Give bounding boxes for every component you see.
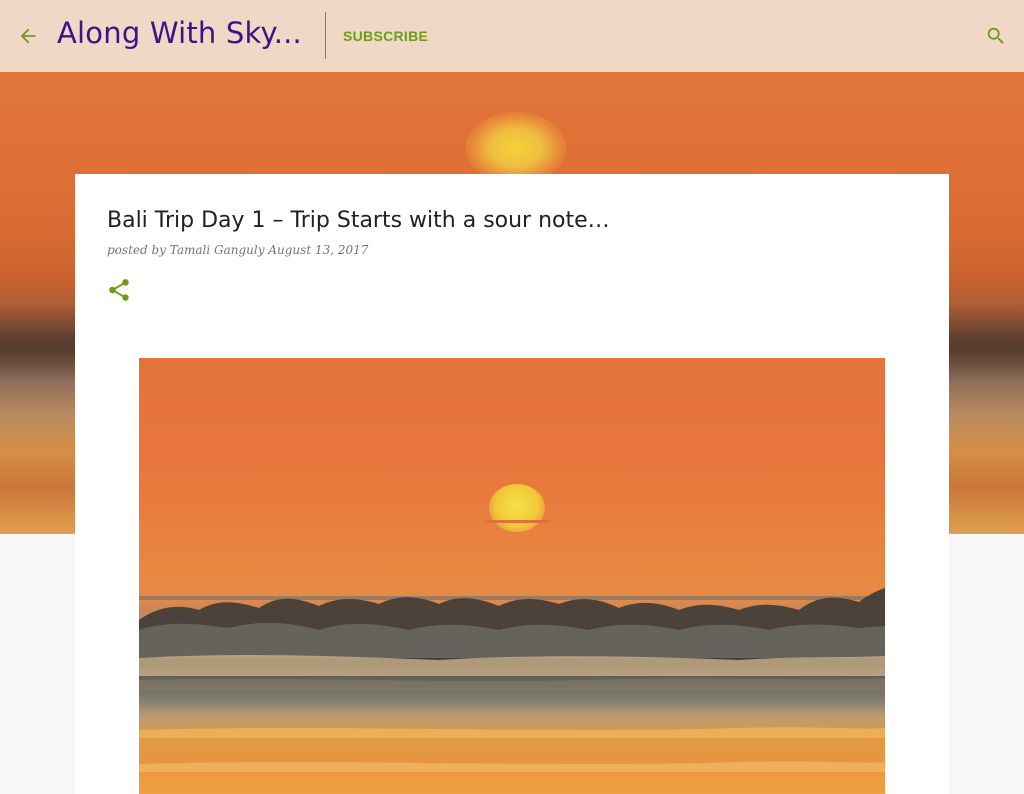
post-date-link[interactable]: August 13, 2017 [268, 243, 368, 257]
post-author-link[interactable]: Tamali Ganguly [170, 243, 265, 257]
post-title[interactable]: Bali Trip Day 1 – Trip Starts with a sou… [107, 208, 610, 233]
posted-by-label: posted by [107, 243, 166, 257]
share-icon [109, 279, 129, 301]
header-divider [325, 12, 326, 59]
post-sunset-image[interactable] [139, 358, 885, 794]
arrow-left-icon [20, 28, 36, 44]
post-card: Bali Trip Day 1 – Trip Starts with a sou… [75, 174, 949, 794]
search-button[interactable] [982, 22, 1010, 50]
post-meta: posted by Tamali Ganguly August 13, 2017 [107, 243, 368, 257]
top-header-bar: Along With Sky... SUBSCRIBE [0, 0, 1024, 72]
back-button[interactable] [14, 22, 42, 50]
subscribe-button[interactable]: SUBSCRIBE [343, 28, 428, 44]
share-button[interactable] [106, 277, 132, 303]
blog-title-link[interactable]: Along With Sky... [57, 16, 302, 50]
search-icon [987, 27, 1004, 44]
waves-graphic [139, 588, 885, 772]
